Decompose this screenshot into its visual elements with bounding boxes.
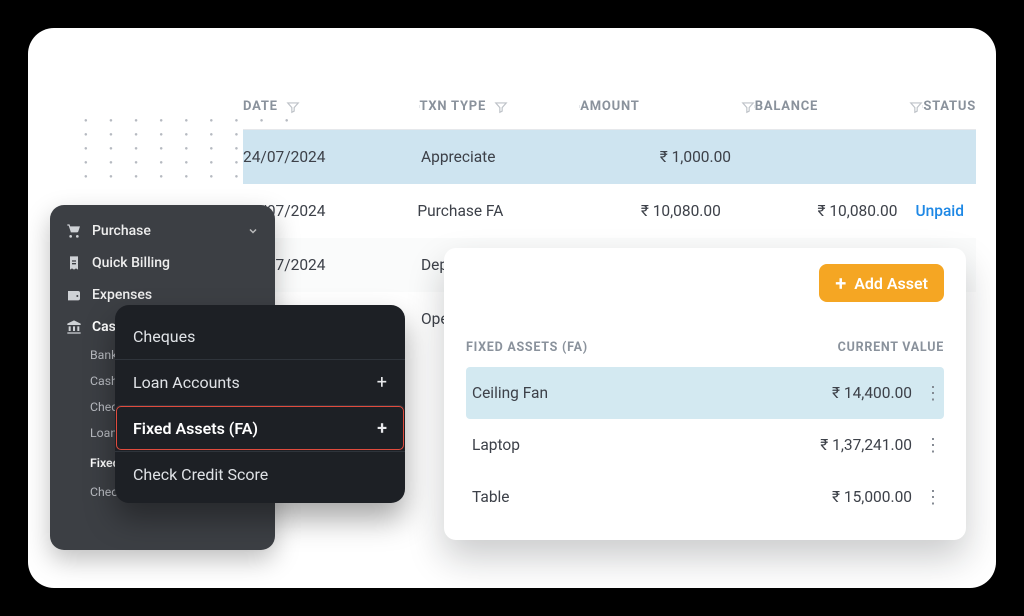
col-amount-label: AMOUNT [580, 99, 639, 114]
flyout-item-loan-accounts[interactable]: Loan Accounts + [115, 359, 405, 405]
col-date-label: DATE [243, 99, 278, 114]
col-status-label: STATUS [923, 99, 976, 114]
chevron-down-icon [247, 225, 259, 237]
col-type-label: TXN TYPE [420, 99, 487, 114]
asset-name: Ceiling Fan [466, 384, 742, 402]
assets-list: Ceiling Fan ₹ 14,400.00 ⋮ Laptop ₹ 1,37,241.… [466, 367, 944, 523]
col-date[interactable]: DATE [243, 99, 420, 114]
sidebar-item-purchase[interactable]: Purchase [50, 215, 275, 247]
flyout-item-fixed-assets-fa-[interactable]: Fixed Assets (FA) + [115, 405, 405, 451]
asset-name: Table [466, 488, 742, 506]
cart-icon [66, 223, 82, 239]
kebab-icon[interactable]: ⋮ [922, 383, 944, 404]
cell-type: Purchase FA [417, 202, 576, 220]
receipt-icon [66, 255, 82, 271]
cell-status[interactable]: Unpaid [915, 202, 976, 220]
wallet-icon [66, 287, 82, 303]
submenu-flyout: Cheques Loan Accounts + Fixed Assets (FA) + C… [115, 305, 405, 503]
assets-header-right: CURRENT VALUE [838, 340, 944, 355]
cell-amount: ₹ 10,080.00 [576, 202, 749, 220]
col-status[interactable]: STATUS [923, 99, 976, 114]
col-balance-label: BALANCE [755, 99, 818, 114]
asset-row[interactable]: Laptop ₹ 1,37,241.00 ⋮ [466, 419, 944, 471]
filter-icon[interactable] [741, 100, 755, 114]
plus-icon[interactable]: + [377, 372, 387, 393]
assets-header: FIXED ASSETS (FA) CURRENT VALUE [466, 340, 944, 355]
cell-date: 24/07/2024 [243, 148, 421, 166]
cell-type: Appreciate [421, 148, 583, 166]
flyout-item-cheques[interactable]: Cheques [115, 313, 405, 359]
sidebar-item-quick-billing[interactable]: Quick Billing [50, 247, 275, 279]
kebab-icon[interactable]: ⋮ [922, 487, 944, 508]
flyout-item-label: Fixed Assets (FA) [133, 419, 258, 438]
col-amount[interactable]: AMOUNT [580, 99, 755, 114]
flyout-item-label: Loan Accounts [133, 373, 240, 392]
plus-icon[interactable]: + [377, 418, 387, 439]
asset-row[interactable]: Ceiling Fan ₹ 14,400.00 ⋮ [466, 367, 944, 419]
asset-name: Laptop [466, 436, 742, 454]
asset-value: ₹ 14,400.00 [752, 384, 912, 402]
flyout-item-check-credit-score[interactable]: Check Credit Score [115, 451, 405, 497]
filter-icon[interactable] [909, 100, 923, 114]
asset-value: ₹ 1,37,241.00 [752, 436, 912, 454]
filter-icon[interactable] [494, 100, 508, 114]
col-type[interactable]: TXN TYPE [420, 99, 581, 114]
flyout-item-label: Check Credit Score [133, 465, 268, 484]
table-row[interactable]: 24/07/2024Appreciate₹ 1,000.00 [243, 130, 976, 184]
table-header-row: DATE TXN TYPE AMOUNT BALANCE [243, 84, 976, 130]
sidebar-item-label: Quick Billing [92, 255, 170, 271]
flyout-item-label: Cheques [133, 327, 195, 346]
cell-amount: ₹ 1,000.00 [583, 148, 759, 166]
filter-icon[interactable] [286, 100, 300, 114]
assets-header-left: FIXED ASSETS (FA) [466, 340, 588, 355]
sidebar-item-label: Expenses [92, 287, 152, 303]
asset-row[interactable]: Table ₹ 15,000.00 ⋮ [466, 471, 944, 523]
table-row[interactable]: 11/07/2024Purchase FA₹ 10,080.00₹ 10,080… [243, 184, 976, 238]
asset-value: ₹ 15,000.00 [752, 488, 912, 506]
col-balance[interactable]: BALANCE [755, 99, 924, 114]
kebab-icon[interactable]: ⋮ [922, 435, 944, 456]
add-asset-button[interactable]: + Add Asset [819, 264, 944, 302]
add-asset-label: Add Asset [854, 274, 928, 293]
bank-icon [66, 319, 82, 335]
cell-balance: ₹ 10,080.00 [749, 202, 916, 220]
assets-card: + Add Asset FIXED ASSETS (FA) CURRENT VA… [444, 248, 966, 540]
sidebar-item-label: Purchase [92, 223, 151, 239]
